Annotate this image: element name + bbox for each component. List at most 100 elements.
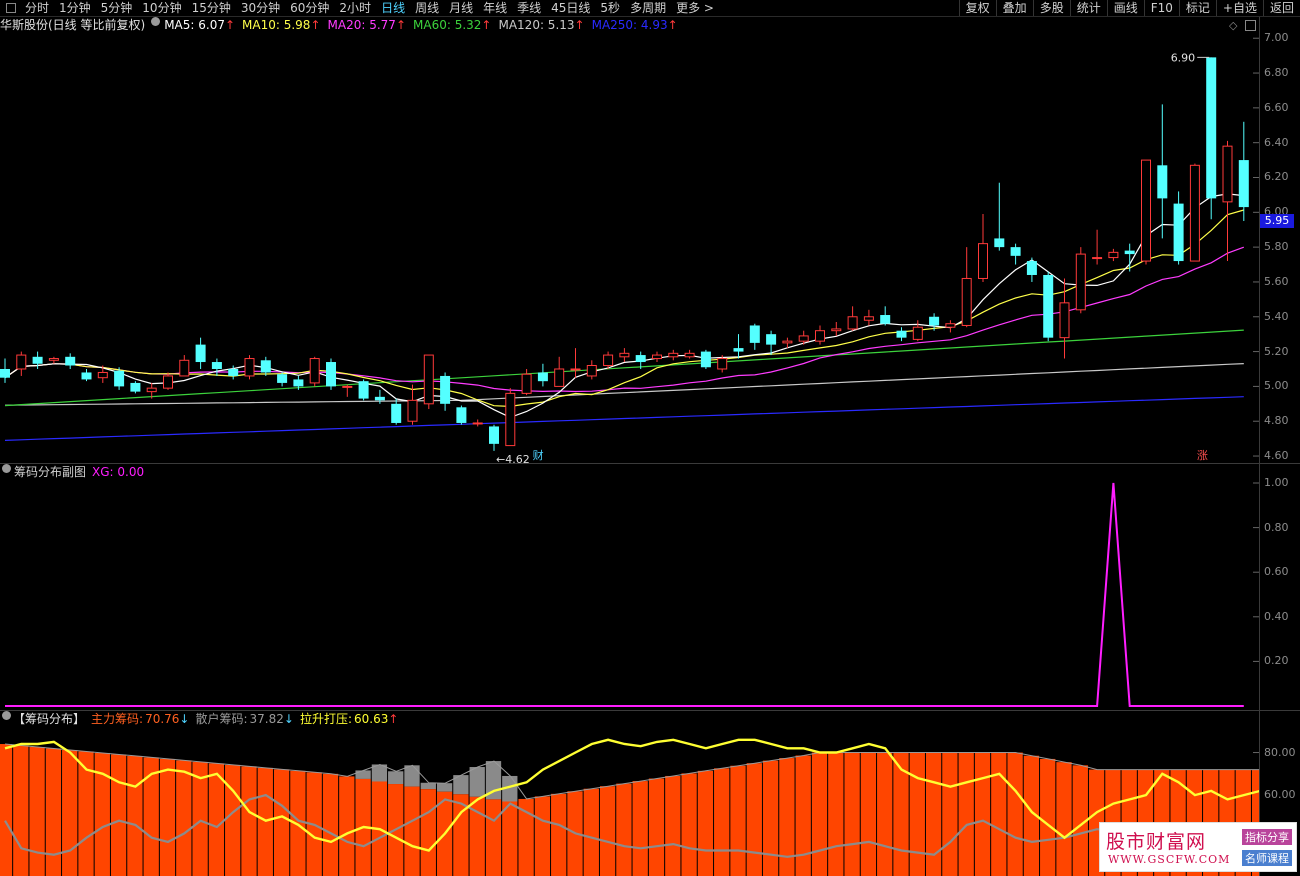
candle-body: [32, 356, 43, 364]
period-tab[interactable]: 45日线: [546, 0, 595, 16]
ma-trend-arrow: ↑: [574, 18, 585, 32]
period-tab[interactable]: 分时: [20, 0, 54, 16]
ma10-line: [4, 209, 1244, 408]
indicator-settings-icon[interactable]: [151, 17, 161, 26]
sub1-settings-icon[interactable]: [2, 464, 11, 473]
candle-body: [228, 368, 239, 376]
chip-orange-bar: [485, 799, 502, 876]
chip-orange-bar: [632, 781, 648, 876]
toolbar-button[interactable]: F10: [1143, 0, 1179, 16]
sub1-chart[interactable]: [0, 480, 1259, 710]
chip-orange-bar: [877, 752, 893, 876]
period-tab[interactable]: 年线: [478, 0, 512, 16]
period-tab[interactable]: 月线: [444, 0, 478, 16]
chip-orange-bar: [13, 745, 29, 876]
candle-body: [717, 358, 728, 370]
chip-orange-bar: [599, 786, 616, 876]
candle-body: [277, 374, 288, 383]
diamond-icon[interactable]: ◇: [1229, 19, 1237, 32]
toolbar-button[interactable]: +自选: [1215, 0, 1263, 16]
retail-chip-arrow: ↓: [283, 712, 294, 726]
period-tab[interactable]: 60分钟: [285, 0, 334, 16]
period-tab[interactable]: 周线: [410, 0, 444, 16]
chip-orange-bar: [0, 744, 13, 876]
toolbar-button[interactable]: 统计: [1069, 0, 1107, 16]
ma-trend-arrow: ↑: [224, 18, 236, 32]
ma120-line: [4, 363, 1244, 406]
ma20-line: [4, 246, 1245, 393]
period-tab[interactable]: 季线: [512, 0, 546, 16]
period-tab[interactable]: 更多 >: [671, 0, 719, 16]
candle-body: [456, 407, 467, 423]
period-tab[interactable]: 15分钟: [187, 0, 236, 16]
candle-body: [978, 243, 988, 279]
toolbar-button[interactable]: 返回: [1262, 0, 1300, 16]
maximize-icon[interactable]: [1245, 20, 1256, 31]
candle-body: [684, 352, 695, 358]
candlestick-chart[interactable]: 6.90 ←4.62 财 涨: [0, 33, 1259, 463]
chip-orange-bar: [583, 788, 599, 876]
candle-body: [244, 358, 255, 377]
chip-orange-bar: [974, 752, 991, 876]
toolbar-button[interactable]: 多股: [1032, 0, 1070, 16]
candle-body: [994, 238, 1005, 248]
period-tab[interactable]: 2小时: [334, 0, 376, 16]
ma-legend-item: MA10: 5.98: [242, 18, 311, 32]
candle-body: [65, 356, 76, 366]
chip-orange-bar: [860, 752, 877, 876]
candle-body: [16, 354, 27, 370]
site-watermark[interactable]: 股市财富网 WWW.GSCFW.COM 指标分享 名师课程: [1099, 822, 1297, 872]
candle-body: [1124, 250, 1135, 255]
watermark-badge-indicators[interactable]: 指标分享: [1242, 829, 1292, 845]
chip-orange-bar: [730, 765, 746, 876]
chip-orange-bar: [241, 766, 257, 876]
candle-body: [260, 360, 271, 373]
chip-distribution-chart[interactable]: [0, 727, 1259, 876]
toolbar-button[interactable]: 叠加: [995, 0, 1033, 16]
candle-body: [407, 399, 418, 422]
candle-body: [423, 354, 434, 405]
candle-body: [586, 365, 597, 377]
stock-title: 华斯股份(日线 等比前复权): [0, 18, 146, 32]
chip-orange-bar: [828, 752, 844, 876]
candle-body: [749, 325, 760, 343]
xg-signal-line: [5, 482, 1244, 707]
chip-orange-bar: [958, 752, 974, 876]
watermark-url: WWW.GSCFW.COM: [1108, 853, 1231, 866]
candle-body: [521, 373, 532, 394]
period-tab[interactable]: 日线: [376, 0, 410, 16]
chip-orange-bar: [502, 801, 518, 876]
candle-body: [912, 326, 923, 340]
sub2-tick-label: 60.00: [1264, 788, 1296, 802]
panel-toggle-icon[interactable]: [6, 3, 16, 13]
chip-orange-bar: [176, 760, 192, 876]
candle-body: [81, 372, 92, 380]
period-tab[interactable]: 5分钟: [96, 0, 138, 16]
chip-orange-bar: [45, 748, 62, 876]
chip-orange-bar: [518, 798, 534, 876]
candle-body: [1222, 145, 1233, 203]
toolbar-button[interactable]: 标记: [1178, 0, 1216, 16]
sub2-settings-icon[interactable]: [2, 711, 11, 720]
toolbar-button[interactable]: 画线: [1106, 0, 1144, 16]
period-tab[interactable]: 30分钟: [236, 0, 285, 16]
toolbar-button[interactable]: 复权: [958, 0, 996, 16]
ma-trend-arrow: ↑: [395, 18, 406, 32]
price-tick-label: 6.20: [1264, 170, 1289, 184]
watermark-badge-courses[interactable]: 名师课程: [1242, 850, 1292, 866]
main-chip-value: 70.76: [145, 712, 180, 726]
price-tick-label: 5.20: [1264, 344, 1289, 358]
period-tab[interactable]: 1分钟: [54, 0, 96, 16]
right-toolbar: 复权 叠加 多股 统计 画线 F10 标记 +自选 返回: [958, 0, 1300, 16]
candle-body: [211, 362, 222, 369]
chip-orange-bar: [762, 760, 779, 876]
chip-orange-bar: [273, 769, 290, 876]
period-tab[interactable]: 10分钟: [137, 0, 186, 16]
period-tab[interactable]: 5秒: [595, 0, 625, 16]
chip-orange-bar: [62, 749, 78, 876]
period-tab[interactable]: 多周期: [625, 0, 671, 16]
candle-body: [554, 368, 565, 387]
candle-body: [733, 348, 744, 352]
price-tick-label: 6.80: [1264, 66, 1289, 80]
axis-separator: [1259, 17, 1260, 876]
